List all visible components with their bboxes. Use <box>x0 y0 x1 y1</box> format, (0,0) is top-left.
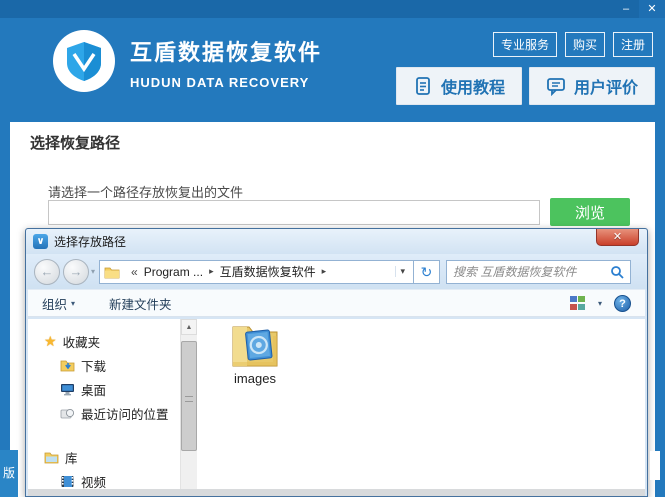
dialog-navigation-bar: ← → ▾ « Program ... ▸ 互盾数据恢复软件 ▸ ▾ ↻ <box>26 254 647 289</box>
scroll-up-icon[interactable]: ▲ <box>181 319 197 335</box>
file-list-pane[interactable]: images <box>197 319 645 489</box>
tutorial-document-icon <box>416 77 430 95</box>
sidebar-item-label: 视频 <box>81 475 107 490</box>
review-chat-icon <box>547 78 565 96</box>
dialog-titlebar[interactable]: ∨ 选择存放路径 ✕ <box>26 229 647 254</box>
version-side-tab: 版 <box>0 450 18 497</box>
header-nav-links: 专业服务 购买 注册 <box>492 32 653 57</box>
back-button[interactable]: ← <box>34 258 60 285</box>
history-dropdown-icon[interactable]: ▾ <box>91 267 95 276</box>
sidebar-item-videos[interactable]: 视频 <box>28 469 180 489</box>
new-folder-button[interactable]: 新建文件夹 <box>109 294 172 313</box>
scrollbar-thumb[interactable] <box>181 341 197 451</box>
forward-button[interactable]: → <box>63 258 89 285</box>
app-logo <box>53 30 115 92</box>
page-title: 选择恢复路径 <box>30 135 121 152</box>
breadcrumb-separator-icon[interactable]: ▸ <box>209 266 214 277</box>
new-folder-label: 新建文件夹 <box>109 297 172 312</box>
star-icon: ★ <box>44 332 57 349</box>
search-input[interactable] <box>453 264 611 279</box>
sidebar-item-label: 库 <box>65 451 78 466</box>
videos-icon <box>61 475 74 487</box>
search-icon <box>611 265 624 279</box>
app-title: 互盾数据恢复软件 <box>130 40 323 65</box>
close-button[interactable]: ✕ <box>639 0 665 18</box>
dialog-close-button[interactable]: ✕ <box>596 229 639 246</box>
review-button-label: 用户评价 <box>573 80 638 97</box>
downloads-folder-icon <box>60 360 75 371</box>
help-icon[interactable]: ? <box>614 294 631 312</box>
sidebar-item-favorites[interactable]: ★ 收藏夹 <box>28 329 180 353</box>
minimize-button[interactable]: – <box>613 0 639 18</box>
breadcrumb-separator-icon[interactable]: ▸ <box>322 266 327 277</box>
side-notch <box>650 451 660 480</box>
tutorial-button[interactable]: 使用教程 <box>395 67 522 105</box>
window-titlebar: – ✕ <box>0 0 665 18</box>
search-box[interactable] <box>446 259 632 284</box>
nav-link-service[interactable]: 专业服务 <box>492 32 557 57</box>
header-action-buttons: 使用教程 用户评价 <box>395 67 655 105</box>
app-header: 互盾数据恢复软件 HUDUN DATA RECOVERY 专业服务 购买 注册 … <box>0 18 665 122</box>
select-path-dialog: ∨ 选择存放路径 ✕ ← → ▾ « Program ... ▸ 互盾数据恢复软… <box>25 228 648 497</box>
toolbar-right-group: ▾ ? <box>569 294 631 312</box>
sidebar-item-label: 收藏夹 <box>62 335 101 350</box>
sidebar-item-desktop[interactable]: 桌面 <box>28 377 180 401</box>
folder-item-images[interactable]: images <box>219 323 291 386</box>
sidebar-item-downloads[interactable]: 下载 <box>28 353 180 377</box>
shield-logo-icon <box>67 42 101 81</box>
path-hint-label: 请选择一个路径存放恢复出的文件 <box>48 185 244 200</box>
recent-places-icon <box>60 408 75 418</box>
app-subtitle: HUDUN DATA RECOVERY <box>130 75 310 90</box>
recovery-path-input[interactable] <box>48 200 540 225</box>
organize-menu[interactable]: 组织 ▾ <box>42 294 75 313</box>
sidebar-item-label: 桌面 <box>81 383 107 398</box>
navigation-pane: ★ 收藏夹 下载 桌面 最近访问的位置 库 视频 <box>28 319 180 490</box>
sidebar-item-label: 下载 <box>81 359 107 374</box>
views-dropdown-icon[interactable]: ▾ <box>598 299 602 308</box>
brand-block: 互盾数据恢复软件 HUDUN DATA RECOVERY <box>130 35 322 90</box>
dialog-toolbar: 组织 ▾ 新建文件夹 ▾ ? <box>28 289 645 317</box>
dialog-body: ★ 收藏夹 下载 桌面 最近访问的位置 库 视频 ▲ images <box>28 319 645 489</box>
organize-label: 组织 <box>42 297 68 312</box>
sidebar-item-label: 最近访问的位置 <box>81 407 169 422</box>
dialog-title: 选择存放路径 <box>54 235 127 249</box>
sidebar-item-recent-places[interactable]: 最近访问的位置 <box>28 401 180 425</box>
change-view-icon[interactable] <box>569 296 586 310</box>
main-window: – ✕ 互盾数据恢复软件 HUDUN DATA RECOVERY 专业服务 购买… <box>0 0 665 497</box>
sidebar-item-libraries[interactable]: 库 <box>28 445 180 469</box>
tutorial-button-label: 使用教程 <box>440 80 505 97</box>
review-button[interactable]: 用户评价 <box>528 67 655 105</box>
dialog-bottom-strip <box>28 489 645 496</box>
folder-name-label: images <box>234 371 276 386</box>
browse-button[interactable]: 浏览 <box>550 198 630 226</box>
breadcrumb-folder-icon <box>104 267 120 278</box>
dialog-app-icon: ∨ <box>33 234 48 249</box>
breadcrumb-segment-program[interactable]: Program ... <box>144 265 203 279</box>
nav-link-buy[interactable]: 购买 <box>564 32 605 57</box>
chevron-down-icon: ▾ <box>71 298 76 308</box>
refresh-button[interactable]: ↻ <box>414 259 441 284</box>
nav-link-register[interactable]: 注册 <box>612 32 653 57</box>
libraries-folder-icon <box>44 452 59 463</box>
scrollbar-grip <box>185 396 193 402</box>
address-bar[interactable]: « Program ... ▸ 互盾数据恢复软件 ▸ ▾ <box>99 259 415 284</box>
address-dropdown-icon[interactable]: ▾ <box>395 266 409 277</box>
image-folder-icon <box>232 326 278 367</box>
breadcrumb-overflow-chevron[interactable]: « <box>131 265 138 279</box>
sidebar-scrollbar[interactable]: ▲ <box>180 319 197 489</box>
breadcrumb-segment-hudun[interactable]: 互盾数据恢复软件 <box>220 263 316 280</box>
desktop-icon <box>61 383 74 395</box>
